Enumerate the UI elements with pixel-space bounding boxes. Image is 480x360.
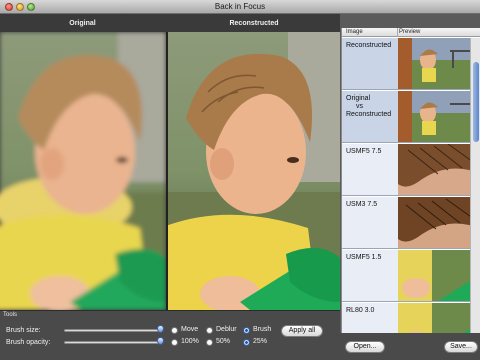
brush-opacity-label: Brush opacity: — [6, 339, 51, 346]
label-line-3: Reconstructed — [346, 111, 392, 118]
list-item-label: Original vs Reconstructed — [346, 95, 398, 119]
preview-thumbnail — [398, 197, 480, 248]
list-item-label: USM3 7.5 — [346, 201, 378, 208]
list-item-label: Reconstructed — [346, 42, 392, 49]
list-header: Image Preview — [342, 28, 480, 37]
open-button[interactable]: Open... — [345, 341, 385, 353]
tools-panel: Tools Brush size: Brush opacity: Move De… — [0, 310, 340, 360]
mode-deblur-label: Deblur — [216, 326, 237, 333]
window-title: Back in Focus — [214, 2, 266, 11]
brush-size-slider[interactable] — [64, 329, 162, 332]
original-pane-label: Original — [69, 20, 96, 27]
list-item[interactable]: USMF5 1.5 — [342, 250, 480, 302]
mode-move-label: Move — [181, 326, 199, 333]
opacity-50-label: 50% — [216, 338, 231, 345]
brush-size-label: Brush size: — [6, 327, 41, 334]
label-line-1: Original — [346, 95, 371, 102]
original-image[interactable] — [0, 32, 166, 310]
opacity-25-label: 25% — [253, 338, 268, 345]
column-separator — [397, 28, 398, 37]
list-item-label: USMF5 7.5 — [346, 148, 382, 155]
results-list: Image Preview Reconstructed Original vs … — [341, 28, 480, 355]
save-button[interactable]: Save... — [444, 341, 478, 353]
list-item[interactable]: Reconstructed — [342, 38, 480, 90]
list-scrollbar[interactable] — [470, 38, 480, 333]
apply-all-button[interactable]: Apply all — [281, 325, 323, 337]
brush-size-slider-knob[interactable] — [157, 325, 164, 333]
brush-opacity-slider-knob[interactable] — [157, 337, 164, 345]
reconstructed-image[interactable] — [168, 32, 340, 310]
reconstructed-pane-label: Reconstructed — [229, 20, 279, 27]
list-item-label: RL80 3.0 — [346, 307, 375, 314]
opacity-50-radio[interactable] — [206, 339, 213, 346]
bottom-bar: Open... Save... — [340, 333, 480, 360]
preview-thumbnail — [398, 250, 480, 301]
opacity-100-label: 100% — [181, 338, 199, 345]
tools-section-label: Tools — [3, 312, 18, 318]
mode-brush-radio[interactable] — [243, 327, 250, 334]
opacity-100-radio[interactable] — [171, 339, 178, 346]
list-item[interactable]: USM3 7.5 — [342, 197, 480, 249]
title-bar: Back in Focus — [0, 0, 480, 14]
column-header-image[interactable]: Image — [346, 29, 363, 35]
list-item[interactable]: Original vs Reconstructed — [342, 91, 480, 143]
child-photo-blurred — [0, 32, 166, 310]
preview-thumbnail — [398, 38, 480, 89]
scrollbar-thumb[interactable] — [473, 62, 479, 142]
list-item[interactable]: USMF5 7.5 — [342, 144, 480, 196]
list-item-label: USMF5 1.5 — [346, 254, 382, 261]
brush-opacity-slider[interactable] — [64, 341, 162, 344]
mode-brush-label: Brush — [253, 326, 272, 333]
mode-deblur-radio[interactable] — [206, 327, 213, 334]
label-line-2: vs — [356, 103, 363, 110]
preview-thumbnail — [398, 144, 480, 195]
comparison-area: Original Reconstructed — [0, 14, 340, 310]
column-header-preview[interactable]: Preview — [399, 29, 420, 35]
preview-thumbnail — [398, 91, 480, 142]
mode-move-radio[interactable] — [171, 327, 178, 334]
child-photo-sharp — [168, 32, 340, 310]
opacity-25-radio[interactable] — [243, 339, 250, 346]
